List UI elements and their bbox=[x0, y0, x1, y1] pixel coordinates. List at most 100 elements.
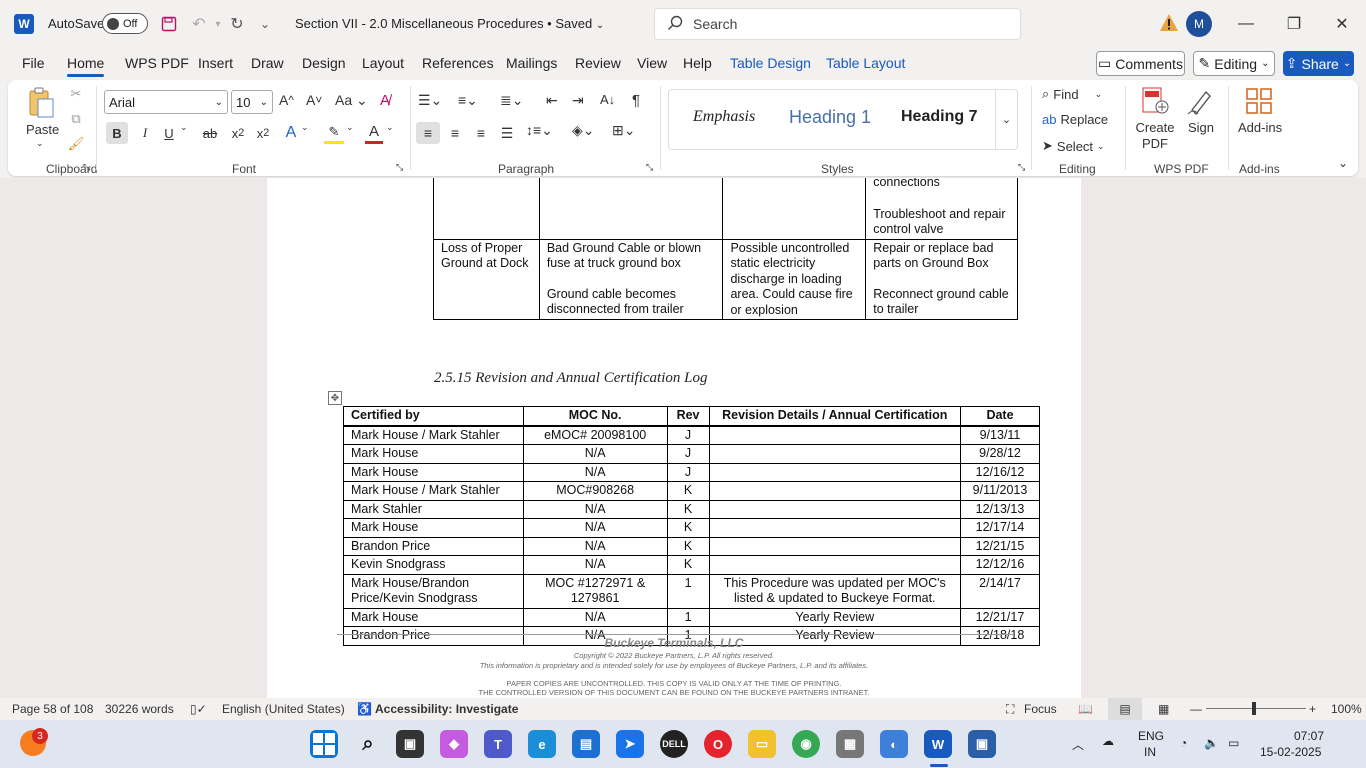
comments-button[interactable]: ▭ Comments bbox=[1096, 51, 1185, 76]
underline-icon[interactable]: U bbox=[160, 122, 178, 144]
cell-date[interactable]: 12/12/16 bbox=[960, 555, 1040, 575]
dialog-launcher-icon[interactable]: ⤡ bbox=[1018, 162, 1025, 173]
create-pdf-icon[interactable] bbox=[1140, 86, 1170, 116]
read-mode-icon[interactable]: 📖 bbox=[1078, 702, 1093, 716]
cell-moc-no[interactable]: MOC#908268 bbox=[522, 481, 668, 501]
paste-icon[interactable] bbox=[26, 86, 56, 120]
clock-time[interactable]: 07:07 bbox=[1294, 729, 1324, 743]
cell-certified-by[interactable]: Mark House bbox=[343, 607, 524, 627]
cell-moc-no[interactable]: N/A bbox=[522, 536, 668, 556]
app-icon[interactable]: ▣ bbox=[968, 730, 996, 758]
cell-date[interactable]: 12/13/13 bbox=[960, 499, 1040, 519]
cell-date[interactable]: 9/11/2013 bbox=[960, 481, 1040, 501]
header-rev[interactable]: Rev bbox=[666, 406, 710, 426]
text-effects-dropdown-icon[interactable]: ⌄ bbox=[301, 122, 309, 133]
cell-certified-by[interactable]: Mark House bbox=[343, 462, 524, 482]
italic-icon[interactable]: I bbox=[136, 122, 154, 144]
zoom-in-icon[interactable]: + bbox=[1309, 702, 1316, 716]
teams-icon[interactable]: T bbox=[484, 730, 512, 758]
cell-rev[interactable]: J bbox=[666, 444, 710, 464]
align-center-icon[interactable]: ≡ bbox=[446, 122, 464, 144]
cell-revision-details[interactable] bbox=[708, 481, 962, 501]
tab-help[interactable]: Help bbox=[683, 55, 712, 71]
accessibility-status[interactable]: Accessibility: Investigate bbox=[375, 702, 518, 716]
tab-view[interactable]: View bbox=[637, 55, 667, 71]
create-pdf-label[interactable]: Create PDF bbox=[1135, 120, 1175, 152]
decrease-indent-icon[interactable]: ⇤ bbox=[546, 92, 558, 109]
borders-icon[interactable]: ⊞⌄ bbox=[612, 122, 635, 139]
print-layout-icon[interactable]: ▤ bbox=[1108, 698, 1142, 720]
cell-moc-no[interactable]: eMOC# 20098100 bbox=[522, 425, 668, 445]
dialog-launcher-icon[interactable]: ⤡ bbox=[396, 162, 403, 173]
paste-dropdown-icon[interactable]: ⌄ bbox=[36, 138, 44, 149]
line-spacing-icon[interactable]: ↕≡⌄ bbox=[526, 122, 553, 139]
tab-file[interactable]: File bbox=[22, 55, 45, 71]
tab-mailings[interactable]: Mailings bbox=[506, 55, 557, 71]
cell-rev[interactable]: 1 bbox=[666, 573, 710, 609]
cell-revision-details[interactable] bbox=[708, 536, 962, 556]
start-icon[interactable] bbox=[310, 730, 338, 758]
cell-date[interactable]: 9/13/11 bbox=[960, 425, 1040, 445]
align-left-icon[interactable]: ≡ bbox=[416, 122, 440, 144]
store-icon[interactable]: ▤ bbox=[572, 730, 600, 758]
cell-rev[interactable]: K bbox=[666, 499, 710, 519]
header-date[interactable]: Date bbox=[960, 406, 1040, 426]
chevron-up-icon[interactable]: ︿ bbox=[1072, 736, 1084, 753]
cell-revision-details[interactable] bbox=[708, 462, 962, 482]
style-emphasis[interactable]: Emphasis bbox=[693, 108, 755, 126]
table-cell[interactable]: connections Troubleshoot and repair cont… bbox=[865, 178, 1018, 240]
select-button[interactable]: ➤ Select ⌄ bbox=[1042, 138, 1105, 154]
cell-rev[interactable]: 1 bbox=[666, 607, 710, 627]
style-heading-7[interactable]: Heading 7 bbox=[901, 108, 977, 126]
cell-revision-details[interactable] bbox=[708, 444, 962, 464]
cell-revision-details[interactable] bbox=[708, 518, 962, 538]
cell-certified-by[interactable]: Mark Stahler bbox=[343, 499, 524, 519]
share-button[interactable]: ⇪ Share ⌄ bbox=[1283, 51, 1354, 76]
sign-label[interactable]: Sign bbox=[1188, 120, 1214, 135]
edge-icon[interactable]: e bbox=[528, 730, 556, 758]
replace-button[interactable]: ab Replace bbox=[1042, 112, 1108, 127]
header-revision-details[interactable]: Revision Details / Annual Certification bbox=[708, 406, 962, 426]
zoom-slider-thumb[interactable] bbox=[1252, 702, 1256, 715]
zoom-out-icon[interactable]: — bbox=[1190, 702, 1202, 716]
cell-moc-no[interactable]: N/A bbox=[522, 607, 668, 627]
dialog-launcher-icon[interactable]: ⤡ bbox=[83, 162, 90, 173]
highlight-icon[interactable]: ✎ bbox=[324, 122, 344, 144]
minimize-icon[interactable]: — bbox=[1235, 13, 1257, 35]
editing-mode-button[interactable]: ✎ Editing ⌄ bbox=[1193, 51, 1275, 76]
cell-certified-by[interactable]: Mark House / Mark Stahler bbox=[343, 425, 524, 445]
cell-date[interactable]: 12/16/12 bbox=[960, 462, 1040, 482]
cut-icon[interactable]: ✂ bbox=[68, 86, 84, 102]
text-effects-icon[interactable]: A bbox=[282, 122, 300, 144]
grow-font-icon[interactable]: A ^ bbox=[279, 92, 294, 108]
volume-icon[interactable]: 🔈 bbox=[1204, 736, 1219, 750]
cell-certified-by[interactable]: Kevin Snodgrass bbox=[343, 555, 524, 575]
tab-home[interactable]: Home bbox=[67, 55, 105, 77]
font-name-select[interactable]: Arial ⌄ bbox=[104, 90, 228, 114]
proofing-icon[interactable]: ▯✓ bbox=[190, 702, 207, 716]
paste-label[interactable]: Paste bbox=[26, 122, 59, 137]
dialog-launcher-icon[interactable]: ⤡ bbox=[646, 162, 653, 173]
shrink-font-icon[interactable]: A ˅ bbox=[306, 92, 322, 108]
cell-rev[interactable]: J bbox=[666, 425, 710, 445]
dell-icon[interactable]: DELL bbox=[660, 730, 688, 758]
cell-moc-no[interactable]: N/A bbox=[522, 444, 668, 464]
table-cell[interactable] bbox=[722, 178, 867, 240]
cell-date[interactable]: 2/14/17 bbox=[960, 573, 1040, 609]
language-code[interactable]: ENG bbox=[1138, 729, 1164, 743]
tab-layout[interactable]: Layout bbox=[362, 55, 404, 71]
opera-icon[interactable]: O bbox=[704, 730, 732, 758]
tab-review[interactable]: Review bbox=[575, 55, 621, 71]
copy-icon[interactable]: ⧉ bbox=[68, 111, 84, 127]
page-count[interactable]: Page 58 of 108 bbox=[12, 702, 93, 716]
tab-design[interactable]: Design bbox=[302, 55, 346, 71]
language[interactable]: English (United States) bbox=[222, 702, 345, 716]
document-page[interactable]: connections Troubleshoot and repair cont… bbox=[267, 178, 1081, 698]
table-cell[interactable]: Loss of Proper Ground at Dock bbox=[433, 238, 540, 320]
web-layout-icon[interactable]: ▦ bbox=[1158, 702, 1169, 716]
collapse-ribbon-icon[interactable]: ⌄ bbox=[1338, 156, 1348, 170]
cell-revision-details[interactable]: This Procedure was updated per MOC's lis… bbox=[708, 573, 962, 609]
app-icon[interactable]: ◐ bbox=[880, 730, 908, 758]
cell-revision-details[interactable]: Yearly Review bbox=[708, 607, 962, 627]
superscript-icon[interactable]: x2 bbox=[254, 122, 272, 144]
